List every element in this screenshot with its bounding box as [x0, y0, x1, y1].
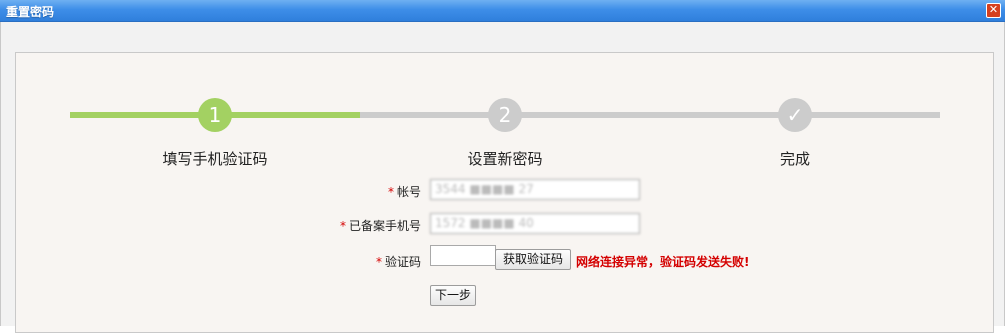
step-2-circle: 2: [488, 98, 522, 132]
close-icon: ✕: [988, 3, 999, 16]
required-mark: *: [387, 185, 394, 199]
account-label: * 帐号: [387, 185, 421, 199]
phone-label: * 已备案手机号: [339, 219, 421, 233]
phone-field[interactable]: 1572 ■■■■ 40: [430, 213, 640, 234]
window-title: 重置密码: [6, 5, 55, 19]
verification-code-input[interactable]: [430, 245, 496, 266]
check-icon: ✓: [786, 103, 804, 127]
step-3-label: 完成: [779, 150, 810, 168]
dialog-body: 1 填写手机验证码 2 设置新密码 ✓ 完成 * 帐号 3544 ■■■■ 27 …: [0, 22, 1005, 333]
next-button[interactable]: 下一步: [430, 285, 476, 306]
account-field[interactable]: 3544 ■■■■ 27: [430, 179, 640, 200]
step-2-label: 设置新密码: [467, 150, 543, 168]
close-button[interactable]: ✕: [986, 3, 1001, 18]
error-message: 网络连接异常，验证码发送失败!: [576, 255, 750, 269]
step-1-label: 填写手机验证码: [162, 150, 268, 168]
progress-track-remaining: [360, 112, 940, 118]
title-bar: 重置密码 ✕: [0, 0, 1005, 22]
step-1-number: 1: [208, 103, 222, 127]
reset-panel: 1 填写手机验证码 2 设置新密码 ✓ 完成 * 帐号 3544 ■■■■ 27 …: [15, 52, 994, 333]
step-2-number: 2: [498, 103, 512, 127]
step-3-circle: ✓: [778, 98, 812, 132]
required-mark: *: [375, 255, 382, 269]
step-1-circle: 1: [198, 98, 232, 132]
get-code-button[interactable]: 获取验证码: [495, 249, 571, 270]
code-label: * 验证码: [375, 255, 421, 269]
required-mark: *: [339, 219, 346, 233]
